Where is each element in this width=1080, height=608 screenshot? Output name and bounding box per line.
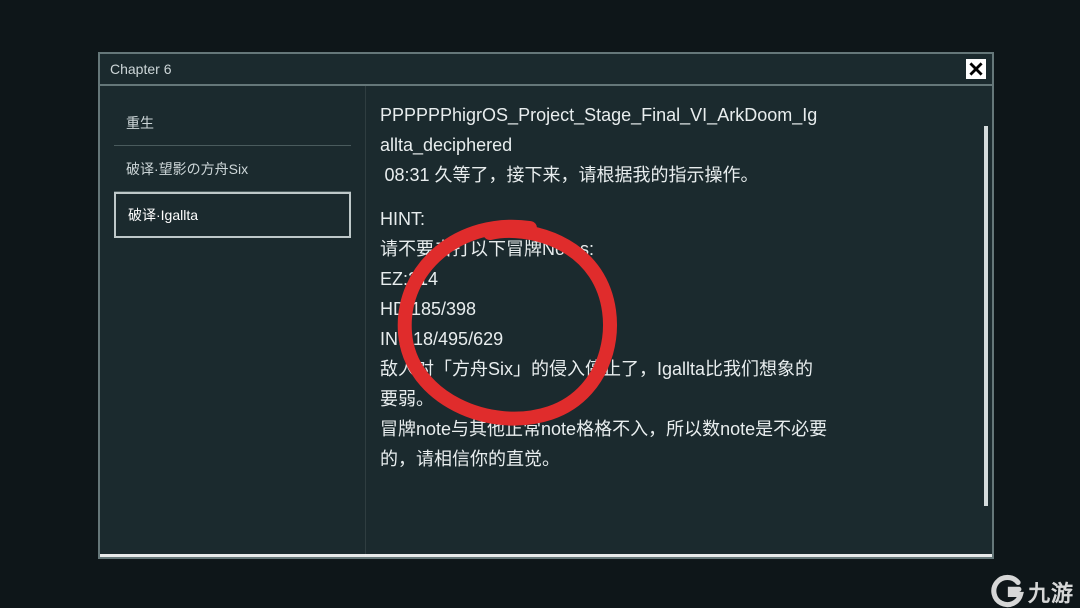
sidebar-item-rebirth[interactable]: 重生 [114, 100, 351, 146]
sidebar-item-igallta[interactable]: 破译·Igallta [114, 192, 351, 238]
scrollbar[interactable] [984, 126, 988, 506]
in-line: IN:218/495/629 [380, 324, 968, 354]
watermark: 九游 [990, 574, 1074, 608]
hint-label: HINT: [380, 204, 968, 234]
watermark-text: 九游 [1028, 576, 1074, 608]
dialog-window: Chapter 6 重生 破译·望影の方舟Six 破译·Igallta PPPP… [98, 52, 994, 559]
window-title: Chapter 6 [110, 61, 171, 77]
sidebar-item-label: 重生 [126, 113, 154, 133]
bottom-border [100, 554, 992, 557]
close-button[interactable] [966, 59, 986, 79]
hint-line: 请不要击打以下冒牌Notes: [380, 234, 968, 264]
dialog-body: 重生 破译·望影の方舟Six 破译·Igallta PPPPPPhigrOS_P… [100, 86, 992, 557]
content-heading: allta_deciphered [380, 130, 968, 160]
content-pane: PPPPPPhigrOS_Project_Stage_Final_VI_ArkD… [366, 86, 992, 557]
content-timestamp-line: 08:31 久等了，接下来，请根据我的指示操作。 [380, 160, 968, 190]
story-line: 的，请相信你的直觉。 [380, 444, 968, 474]
story-line: 敌人对「方舟Six」的侵入停止了，Igallta比我们想象的 [380, 354, 968, 384]
close-icon [969, 62, 983, 76]
story-line: 要弱。 [380, 384, 968, 414]
hd-line: HD:185/398 [380, 294, 968, 324]
sidebar-item-label: 破译·Igallta [128, 205, 198, 225]
sidebar-item-ark-six[interactable]: 破译·望影の方舟Six [114, 146, 351, 192]
watermark-icon [990, 574, 1024, 608]
story-line: 冒牌note与其他正常note格格不入，所以数note是不必要 [380, 414, 968, 444]
ez-line: EZ:214 [380, 264, 968, 294]
sidebar-item-label: 破译·望影の方舟Six [126, 159, 248, 179]
sidebar: 重生 破译·望影の方舟Six 破译·Igallta [100, 86, 366, 557]
content-heading: PPPPPPhigrOS_Project_Stage_Final_VI_ArkD… [380, 100, 968, 130]
titlebar: Chapter 6 [100, 54, 992, 86]
